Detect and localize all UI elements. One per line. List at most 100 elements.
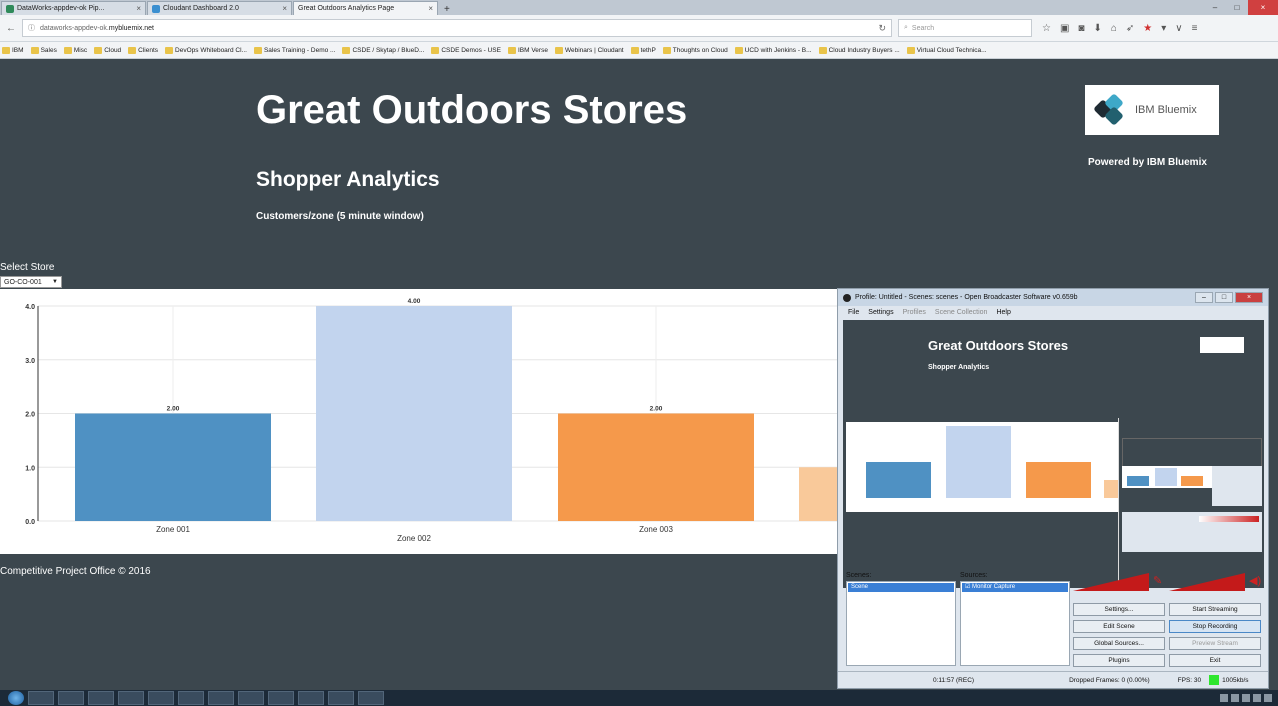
- url-bar[interactable]: ⓘ dataworks-appdev-ok.mybluemix.net ↻: [22, 19, 892, 37]
- start-button[interactable]: [8, 691, 24, 705]
- taskbar-app[interactable]: [28, 691, 54, 705]
- desktop-volume-meter[interactable]: [1169, 573, 1245, 591]
- browser-tab-3[interactable]: Great Outdoors Analytics Page ×: [293, 1, 438, 15]
- minimize-icon[interactable]: –: [1204, 0, 1226, 15]
- exit-button[interactable]: Exit: [1169, 654, 1261, 667]
- new-tab-icon[interactable]: +: [438, 4, 456, 15]
- bookmark-item[interactable]: CSDE / Skytap / BlueD...: [342, 46, 424, 54]
- preview-nested-capture: [1118, 418, 1264, 586]
- edit-scene-button[interactable]: Edit Scene: [1073, 620, 1165, 633]
- obs-menu-profiles[interactable]: Profiles: [903, 309, 926, 316]
- logo-text: IBM Bluemix: [1135, 104, 1197, 116]
- global-sources-button[interactable]: Global Sources...: [1073, 637, 1165, 650]
- browser-tab-1[interactable]: DataWorks-appdev-ok Pip... ×: [1, 1, 146, 15]
- obs-menu-help[interactable]: Help: [996, 309, 1010, 316]
- page-subtitle: Shopper Analytics: [256, 168, 440, 191]
- taskbar-app[interactable]: [268, 691, 294, 705]
- bar-value-label: 4.00: [408, 298, 421, 305]
- bluemix-cube-icon: [1093, 92, 1129, 128]
- y-tick-label: 1.0: [25, 465, 35, 472]
- taskbar-app[interactable]: [58, 691, 84, 705]
- obs-settings-button[interactable]: Settings...: [1073, 603, 1165, 616]
- close-tab-icon[interactable]: ×: [282, 4, 287, 13]
- search-input[interactable]: ⌕ Search: [898, 19, 1032, 37]
- start-streaming-button[interactable]: Start Streaming: [1169, 603, 1261, 616]
- taskbar-app[interactable]: [208, 691, 234, 705]
- maximize-icon[interactable]: □: [1215, 292, 1233, 303]
- scene-item[interactable]: Scene: [848, 583, 954, 592]
- minimize-icon[interactable]: –: [1195, 292, 1213, 303]
- close-icon[interactable]: ×: [1235, 292, 1263, 303]
- close-window-icon[interactable]: ×: [1248, 0, 1278, 15]
- tray-icon[interactable]: [1253, 694, 1261, 702]
- maximize-icon[interactable]: □: [1226, 0, 1248, 15]
- browser-tab-2[interactable]: Cloudant Dashboard 2.0 ×: [147, 1, 292, 15]
- taskbar-app[interactable]: [148, 691, 174, 705]
- bookmark-item[interactable]: UCD with Jenkins - B...: [734, 46, 812, 54]
- chevron-down-icon: ▼: [52, 279, 58, 285]
- obs-menu-scene-collection[interactable]: Scene Collection: [935, 309, 988, 316]
- folder-icon: [431, 46, 440, 54]
- plugins-button[interactable]: Plugins: [1073, 654, 1165, 667]
- preview-stream-button[interactable]: Preview Stream: [1169, 637, 1261, 650]
- obs-menu-file[interactable]: File: [848, 309, 859, 316]
- sources-list[interactable]: ☑ Monitor Capture: [960, 581, 1070, 666]
- obs-controls: Scenes: Sources: Scene ☑ Monitor Capture…: [843, 569, 1264, 687]
- bookmark-star-icon[interactable]: ☆: [1042, 23, 1051, 34]
- obs-window-controls: – □ ×: [1195, 292, 1263, 303]
- bookmark-item[interactable]: tethP: [630, 46, 656, 54]
- store-select[interactable]: GO-CO-001 ▼: [0, 276, 62, 288]
- bookmark-item[interactable]: Thoughts on Cloud: [662, 46, 728, 54]
- preview-chart: [846, 422, 1118, 512]
- bookmark-item[interactable]: Webinars | Cloudant: [554, 46, 624, 54]
- bookmark-item[interactable]: IBM: [2, 46, 24, 54]
- menu-icon[interactable]: ≡: [1192, 23, 1198, 34]
- close-tab-icon[interactable]: ×: [428, 4, 433, 13]
- taskbar-app[interactable]: [178, 691, 204, 705]
- favorite-icon[interactable]: ★: [1143, 23, 1152, 34]
- bookmark-item[interactable]: DevOps Whiteboard Cl...: [165, 46, 247, 54]
- chevron-down-icon[interactable]: ▾: [1161, 23, 1166, 34]
- bookmark-item[interactable]: IBM Verse: [507, 46, 548, 54]
- bookmark-item[interactable]: Virtual Cloud Technica...: [906, 46, 987, 54]
- bookmark-item[interactable]: Sales: [30, 46, 57, 54]
- toolbar-icons: ☆ ▣ ◙ ⬇ ⌂ ➶ ★ ▾ ∨ ≡: [1042, 23, 1197, 34]
- download-icon[interactable]: ⬇: [1093, 23, 1101, 34]
- obs-menu-settings[interactable]: Settings: [868, 309, 893, 316]
- home-icon[interactable]: ⌂: [1111, 23, 1117, 34]
- x-category-label: Zone 002: [397, 534, 431, 543]
- taskbar-app[interactable]: [88, 691, 114, 705]
- close-tab-icon[interactable]: ×: [136, 4, 141, 13]
- taskbar-app[interactable]: [238, 691, 264, 705]
- pocket-icon[interactable]: ◙: [1078, 23, 1084, 34]
- extension-icon[interactable]: ∨: [1175, 23, 1182, 34]
- speaker-icon[interactable]: ◀): [1249, 574, 1261, 587]
- bookmark-item[interactable]: Clients: [128, 46, 158, 54]
- status-indicator: [1209, 675, 1220, 685]
- taskbar-app[interactable]: [118, 691, 144, 705]
- bookmark-item[interactable]: Sales Training - Demo ...: [253, 46, 335, 54]
- bookmark-item[interactable]: Misc: [63, 46, 87, 54]
- taskbar-app[interactable]: [298, 691, 324, 705]
- stop-recording-button[interactable]: Stop Recording: [1169, 620, 1261, 633]
- back-arrow-icon[interactable]: ←: [6, 23, 16, 34]
- tray-icon[interactable]: [1231, 694, 1239, 702]
- footer-text: Competitive Project Office © 2016: [0, 566, 151, 577]
- source-item[interactable]: ☑ Monitor Capture: [962, 583, 1068, 592]
- microphone-icon[interactable]: ✎: [1153, 574, 1162, 587]
- mic-volume-meter[interactable]: [1073, 573, 1149, 591]
- tray-icon[interactable]: [1264, 694, 1272, 702]
- tray-icon[interactable]: [1220, 694, 1228, 702]
- clipboard-icon[interactable]: ▣: [1060, 23, 1069, 34]
- tray-icon[interactable]: [1242, 694, 1250, 702]
- info-icon: ⓘ: [28, 25, 35, 32]
- reload-icon[interactable]: ↻: [878, 23, 886, 34]
- send-icon[interactable]: ➶: [1126, 23, 1134, 34]
- scenes-list[interactable]: Scene: [846, 581, 956, 666]
- taskbar-app[interactable]: [358, 691, 384, 705]
- bookmark-item[interactable]: Cloud Industry Buyers ...: [818, 46, 900, 54]
- obs-window: Profile: Untitled - Scenes: scenes - Ope…: [837, 288, 1269, 689]
- taskbar-app[interactable]: [328, 691, 354, 705]
- bookmark-item[interactable]: Cloud: [94, 46, 121, 54]
- bookmark-item[interactable]: CSDE Demos - USE: [431, 46, 501, 54]
